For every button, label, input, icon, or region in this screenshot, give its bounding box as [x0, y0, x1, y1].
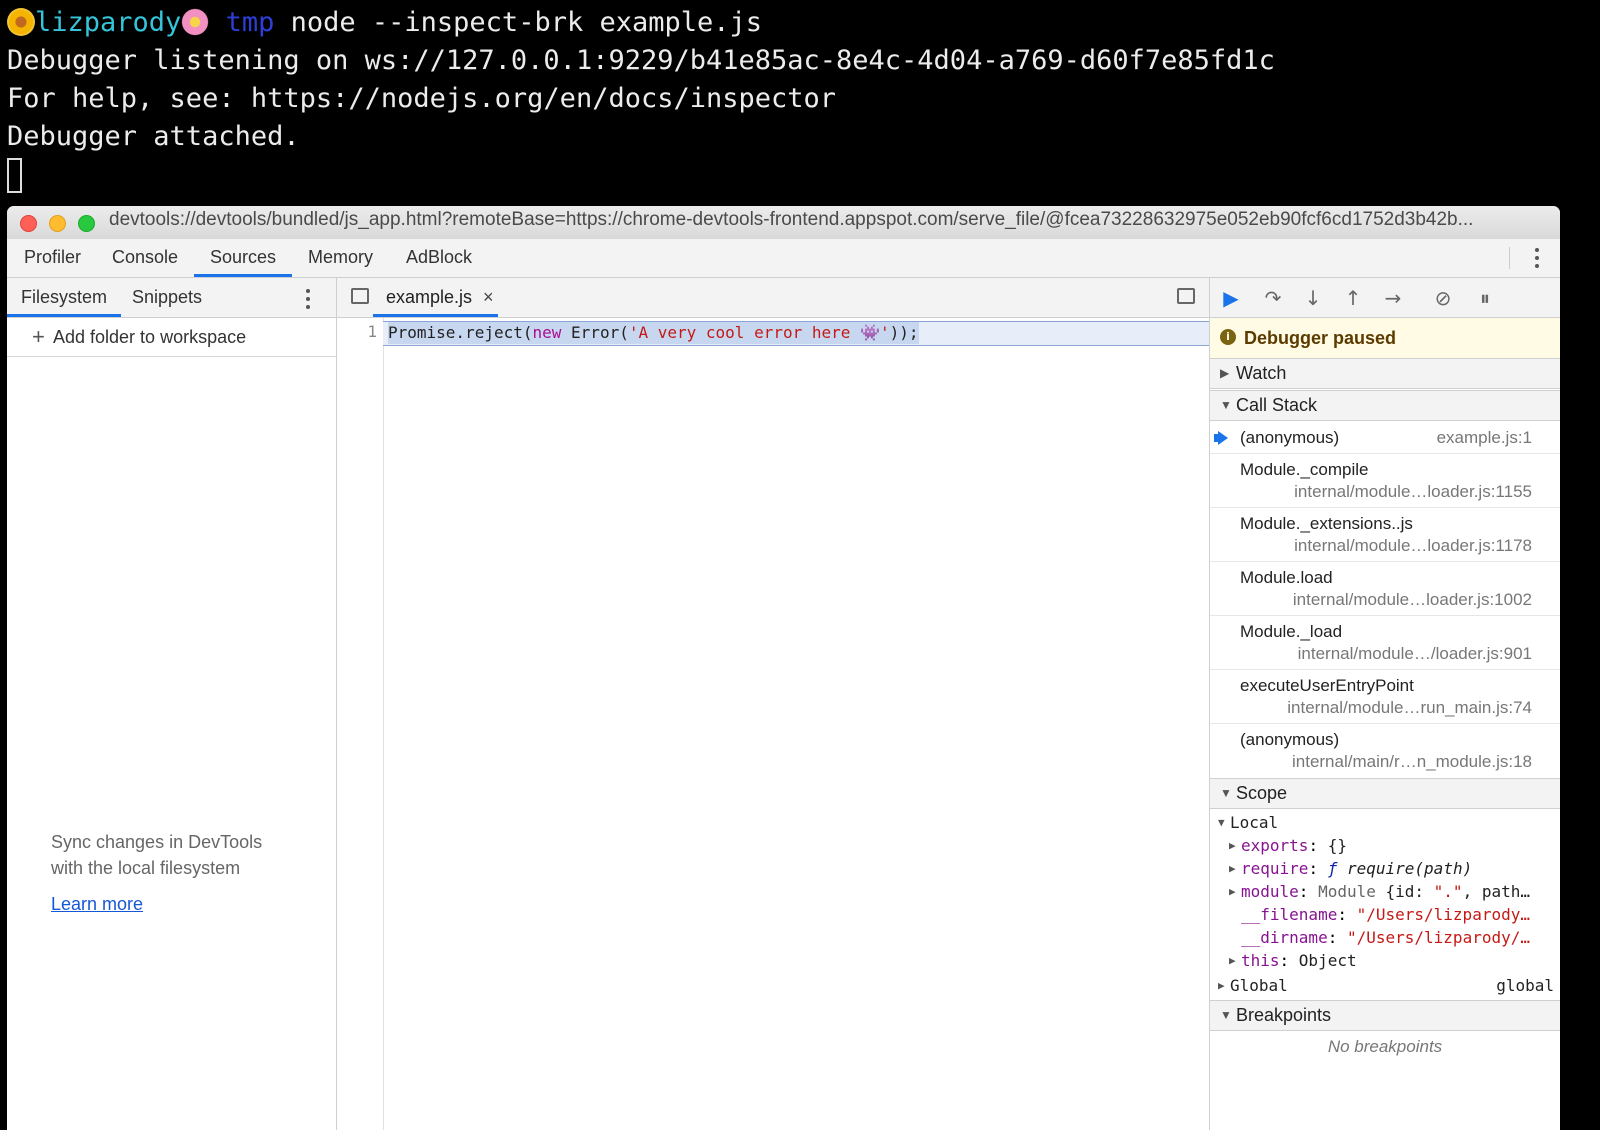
window-url: devtools://devtools/bundled/js_app.html?… — [109, 209, 1474, 230]
sync-text: with the local filesystem — [51, 858, 241, 878]
info-icon: i — [1220, 329, 1236, 345]
call-frame[interactable]: Module.load internal/module…loader.js:10… — [1210, 562, 1560, 616]
step-icon[interactable]: → — [1382, 287, 1404, 309]
main-tab-bar: Profiler Console Sources Memory AdBlock — [7, 239, 1560, 278]
expand-triangle-icon: ▶ — [1229, 862, 1236, 875]
section-watch[interactable]: ▶ Watch — [1210, 358, 1560, 389]
step-out-icon[interactable]: ↑ — [1342, 287, 1364, 309]
close-window-button[interactable] — [20, 215, 37, 232]
terminal-prompt-line: lizparody tmp node --inspect-brk example… — [7, 4, 762, 42]
more-options-icon[interactable] — [1535, 248, 1539, 272]
minimize-window-button[interactable] — [49, 215, 66, 232]
toggle-debugger-icon[interactable] — [1177, 288, 1195, 304]
current-frame-arrow-icon — [1214, 431, 1228, 445]
terminal-cursor — [7, 158, 22, 193]
expand-triangle-icon: ▶ — [1229, 954, 1236, 967]
file-tab-example[interactable]: example.js × — [373, 278, 498, 317]
terminal-line: For help, see: https://nodejs.org/en/doc… — [7, 83, 837, 114]
tab-snippets[interactable]: Snippets — [132, 278, 202, 317]
step-into-icon[interactable]: ↓ — [1302, 287, 1324, 309]
expand-triangle-icon: ▶ — [1229, 839, 1236, 852]
scope-global[interactable]: ▶ Global global — [1210, 974, 1560, 997]
plus-icon: + — [32, 324, 45, 349]
sync-text: Sync changes in DevTools — [51, 832, 263, 852]
close-tab-icon[interactable]: × — [483, 278, 494, 316]
tab-memory[interactable]: Memory — [308, 239, 373, 277]
code-line[interactable]: Promise.reject(new Error('A very cool er… — [383, 321, 1209, 346]
terminal-user: lizparody — [35, 7, 182, 38]
scope-local[interactable]: ▼ Local — [1210, 811, 1560, 834]
terminal-dir: tmp — [225, 7, 275, 38]
terminal-command: node --inspect-brk example.js — [274, 7, 763, 38]
resume-icon[interactable]: ▶ — [1220, 287, 1242, 309]
deactivate-breakpoints-icon[interactable]: ⊘ — [1432, 287, 1454, 309]
no-breakpoints-text: No breakpoints — [1327, 1037, 1443, 1056]
step-over-icon[interactable]: ↷ — [1262, 287, 1284, 309]
sunflower-icon — [7, 8, 35, 36]
scope-filename[interactable]: __filename: "/Users/lizparody… — [1210, 903, 1560, 926]
expand-triangle-icon: ▶ — [1220, 366, 1230, 380]
code-text: Promise.reject(new Error('A very cool er… — [388, 322, 919, 344]
terminal-line: Debugger attached. — [7, 121, 300, 152]
cherry-blossom-icon — [181, 8, 210, 36]
expand-triangle-icon: ▶ — [1229, 885, 1236, 898]
learn-more-link[interactable]: Learn more — [51, 894, 143, 915]
pause-on-exceptions-icon[interactable]: ⏸ — [1474, 287, 1496, 309]
collapse-triangle-icon: ▼ — [1220, 1008, 1232, 1022]
expand-triangle-icon: ▶ — [1218, 979, 1225, 992]
section-breakpoints[interactable]: ▼ Breakpoints — [1210, 1000, 1560, 1031]
scope-exports[interactable]: ▶ exports: {} — [1210, 834, 1560, 857]
scope-dirname[interactable]: __dirname: "/Users/lizparody/… — [1210, 926, 1560, 949]
collapse-triangle-icon: ▼ — [1218, 816, 1225, 829]
call-frame[interactable]: Module._compile internal/module…loader.j… — [1210, 454, 1560, 508]
call-frame[interactable]: Module._extensions..js internal/module…l… — [1210, 508, 1560, 562]
scope-this[interactable]: ▶ this: Object — [1210, 949, 1560, 972]
terminal: lizparody tmp node --inspect-brk example… — [0, 0, 1600, 205]
debugger-toolbar: ▶ ↷ ↓ ↑ → ⊘ ⏸ — [1210, 278, 1560, 318]
call-frame[interactable]: Module._load internal/module…/loader.js:… — [1210, 616, 1560, 670]
editor-panel: example.js × 1 Promise.reject(new Error(… — [337, 278, 1209, 1130]
tab-console[interactable]: Console — [112, 239, 178, 277]
debugger-paused-banner: i Debugger paused — [1210, 318, 1560, 359]
navigator-panel: Filesystem Snippets + Add folder to work… — [7, 278, 337, 1130]
tab-adblock[interactable]: AdBlock — [406, 239, 472, 277]
add-folder-label: Add folder to workspace — [53, 327, 247, 347]
collapse-triangle-icon: ▼ — [1220, 786, 1232, 800]
call-frame[interactable]: executeUserEntryPoint internal/module…ru… — [1210, 670, 1560, 724]
line-number: 1 — [367, 322, 377, 341]
file-tab-label: example.js — [386, 287, 473, 307]
title-bar: devtools://devtools/bundled/js_app.html?… — [7, 206, 1560, 240]
call-frame[interactable]: (anonymous) internal/main/r…n_module.js:… — [1210, 724, 1560, 778]
scope-module[interactable]: ▶ module: Module {id: ".", path… — [1210, 880, 1560, 903]
debugger-sidebar: ▶ ↷ ↓ ↑ → ⊘ ⏸ i Debugger paused ▶ Watch … — [1209, 278, 1560, 1130]
terminal-line: Debugger listening on ws://127.0.0.1:922… — [7, 45, 1275, 76]
tab-profiler[interactable]: Profiler — [24, 239, 81, 277]
toggle-navigator-icon[interactable] — [351, 288, 369, 304]
editor-tabs: example.js × — [337, 278, 1209, 318]
tab-filesystem[interactable]: Filesystem — [7, 278, 122, 317]
tab-sources[interactable]: Sources — [194, 239, 293, 277]
scope-require[interactable]: ▶ require: ƒ require(path) — [1210, 857, 1560, 880]
section-call-stack[interactable]: ▼ Call Stack — [1210, 390, 1560, 421]
section-scope[interactable]: ▼ Scope — [1210, 778, 1560, 809]
navigator-more-icon[interactable] — [306, 289, 310, 313]
debugger-paused-text: Debugger paused — [1244, 328, 1397, 348]
call-frame[interactable]: (anonymous) example.js:1 — [1210, 421, 1560, 454]
line-gutter: 1 — [337, 318, 384, 1130]
collapse-triangle-icon: ▼ — [1220, 398, 1232, 412]
tab-divider — [1509, 247, 1510, 269]
add-folder-button[interactable]: + Add folder to workspace — [7, 318, 336, 357]
devtools-window: devtools://devtools/bundled/js_app.html?… — [7, 206, 1560, 1130]
maximize-window-button[interactable] — [78, 215, 95, 232]
navigator-tabs: Filesystem Snippets — [7, 278, 336, 318]
